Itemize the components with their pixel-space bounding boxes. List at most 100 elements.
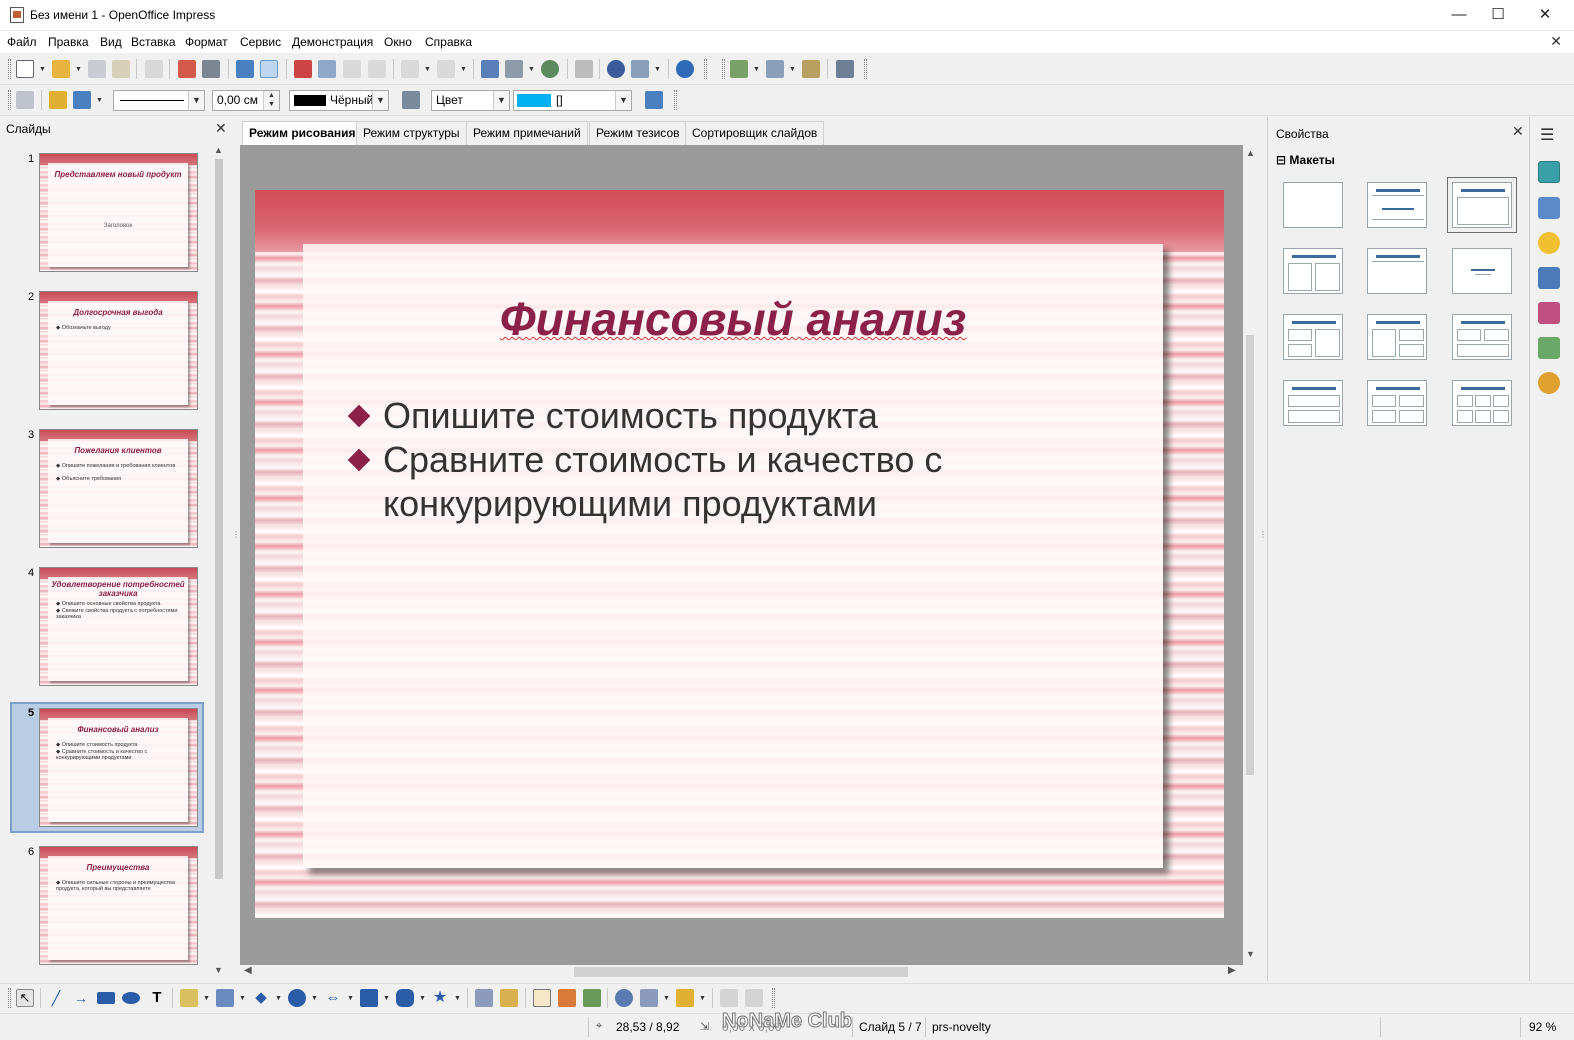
chevron-down-icon[interactable]: ▼: [383, 995, 390, 1002]
copy-icon[interactable]: [318, 60, 336, 78]
chevron-down-icon[interactable]: ▼: [75, 66, 82, 73]
points-icon[interactable]: [475, 989, 493, 1007]
gallery-icon[interactable]: [1538, 337, 1560, 359]
toggle-extrusion-icon[interactable]: [745, 989, 763, 1007]
alignment-icon[interactable]: [640, 989, 658, 1007]
clone-formatting-icon[interactable]: [368, 60, 386, 78]
paste-icon[interactable]: [343, 60, 361, 78]
layout-title-only-centered[interactable]: [1367, 182, 1427, 228]
fontwork-gallery-icon[interactable]: [533, 989, 551, 1007]
chevron-down-icon[interactable]: ▼: [203, 995, 210, 1002]
from-file-icon[interactable]: [558, 989, 576, 1007]
layout-title-content-2-content[interactable]: [1367, 314, 1427, 360]
shadow-icon[interactable]: [645, 91, 663, 109]
chevron-down-icon[interactable]: ▼: [275, 995, 282, 1002]
tab-drawing[interactable]: Режим рисования: [242, 121, 363, 145]
ellipse-tool-icon[interactable]: [122, 992, 140, 1004]
scroll-down-icon[interactable]: ▼: [1246, 949, 1255, 959]
arrow-style-icon[interactable]: [73, 91, 91, 109]
slide-thumbnail[interactable]: Долгосрочная выгода ◆ Обозначьте выгоду: [39, 291, 198, 410]
email-icon[interactable]: [112, 60, 130, 78]
chevron-down-icon[interactable]: ▼: [347, 995, 354, 1002]
menu-edit[interactable]: Правка: [48, 35, 89, 49]
chevron-down-icon[interactable]: ▼: [39, 66, 46, 73]
toolbar-overflow[interactable]: [772, 988, 775, 1008]
flowchart-icon[interactable]: [360, 989, 378, 1007]
toolbar-grip[interactable]: [722, 59, 725, 79]
slide-design-icon[interactable]: [802, 60, 820, 78]
slide-thumbnail[interactable]: Финансовый анализ ◆ Опишите стоимость пр…: [39, 708, 198, 827]
close-panel-icon[interactable]: ✕: [215, 120, 227, 137]
slide-bullet[interactable]: Сравните стоимость и качество с конкурир…: [343, 438, 1123, 526]
select-cursor-icon[interactable]: ↖: [16, 989, 34, 1007]
chevron-down-icon[interactable]: ▼: [615, 91, 631, 110]
slide-thumbnail[interactable]: Удовлетворение потребностей заказчика ◆ …: [39, 567, 198, 686]
layout-title-two-content[interactable]: [1283, 248, 1343, 294]
rectangle-tool-icon[interactable]: [97, 992, 115, 1004]
editor-horizontal-scrollbar[interactable]: ◀ ▶: [240, 965, 1243, 979]
slide-bullet-list[interactable]: Опишите стоимость продукта Сравните стои…: [343, 394, 1123, 526]
layout-title-2-content-content[interactable]: [1283, 314, 1343, 360]
zoom-icon[interactable]: [631, 60, 649, 78]
scroll-up-icon[interactable]: ▲: [1246, 148, 1255, 158]
symbol-shapes-icon[interactable]: [288, 989, 306, 1007]
autospellcheck-icon[interactable]: [260, 60, 278, 78]
text-tool-icon[interactable]: T: [148, 989, 166, 1007]
slide-thumbnail[interactable]: Представляем новый продукт Заголовок: [39, 153, 198, 272]
callouts-icon[interactable]: [396, 989, 414, 1007]
tab-notes[interactable]: Режим примечаний: [466, 121, 588, 145]
chevron-down-icon[interactable]: ▼: [789, 66, 796, 73]
line-tool-icon[interactable]: ╱: [47, 989, 65, 1007]
chevron-down-icon[interactable]: ▼: [663, 995, 670, 1002]
menu-insert[interactable]: Вставка: [131, 35, 176, 49]
scroll-down-icon[interactable]: ▼: [214, 965, 223, 975]
menu-format[interactable]: Формат: [185, 35, 228, 49]
open-folder-icon[interactable]: [52, 60, 70, 78]
glue-points-icon[interactable]: [500, 989, 518, 1007]
chart-icon[interactable]: [481, 60, 499, 78]
chevron-down-icon[interactable]: ▼: [311, 995, 318, 1002]
navigator-icon[interactable]: [607, 60, 625, 78]
chevron-down-icon[interactable]: ▼: [188, 91, 204, 110]
collapse-icon[interactable]: ⊟: [1276, 153, 1286, 167]
layout-title-content[interactable]: [1452, 182, 1512, 228]
slide-thumbnail[interactable]: Пожелания клиентов ◆ Опишите пожелания и…: [39, 429, 198, 548]
basic-shapes-icon[interactable]: ◆: [252, 989, 270, 1007]
undo-icon[interactable]: [401, 60, 419, 78]
spinner-icon[interactable]: ▲ ▼: [263, 91, 279, 110]
tab-handout[interactable]: Режим тезисов: [589, 121, 687, 145]
menu-tools[interactable]: Сервис: [240, 35, 281, 49]
line-color-select[interactable]: Чёрный ▼: [289, 90, 389, 111]
scrollbar-thumb[interactable]: [1246, 335, 1254, 775]
properties-deck-icon[interactable]: [1538, 161, 1560, 183]
help-icon[interactable]: [676, 60, 694, 78]
toolbar-grip[interactable]: [8, 988, 11, 1008]
gallery-icon[interactable]: [583, 989, 601, 1007]
style-list-icon[interactable]: [16, 91, 34, 109]
layout-title-4-content[interactable]: [1367, 380, 1427, 426]
chevron-down-icon[interactable]: ▼: [372, 91, 388, 110]
scrollbar-thumb[interactable]: [574, 967, 908, 977]
export-pdf-icon[interactable]: [178, 60, 196, 78]
curve-tool-icon[interactable]: [180, 989, 198, 1007]
redo-icon[interactable]: [437, 60, 455, 78]
table-icon[interactable]: [505, 60, 523, 78]
area-icon[interactable]: [402, 91, 420, 109]
fontwork-icon[interactable]: [541, 60, 559, 78]
stars-icon[interactable]: ★: [431, 989, 449, 1007]
toolbar-overflow[interactable]: [864, 59, 867, 79]
layouts-section[interactable]: ⊟ Макеты: [1276, 153, 1335, 167]
menu-view[interactable]: Вид: [100, 35, 122, 49]
chevron-down-icon[interactable]: ▼: [454, 995, 461, 1002]
slides-scrollbar[interactable]: ▲ ▼: [213, 145, 225, 979]
arrange-icon[interactable]: [676, 989, 694, 1007]
line-icon[interactable]: [49, 91, 67, 109]
save-icon[interactable]: [88, 60, 106, 78]
layout-title-content-over-content[interactable]: [1283, 380, 1343, 426]
chevron-down-icon[interactable]: ▼: [96, 97, 103, 104]
new-slide-icon[interactable]: [730, 60, 748, 78]
slide-thumbnail[interactable]: Преимущества ◆ Опишите сильные стороны и…: [39, 846, 198, 965]
chevron-down-icon[interactable]: ▼: [654, 66, 661, 73]
toolbar-grip[interactable]: [8, 90, 11, 110]
layout-title-2-content-over-content[interactable]: [1452, 314, 1512, 360]
